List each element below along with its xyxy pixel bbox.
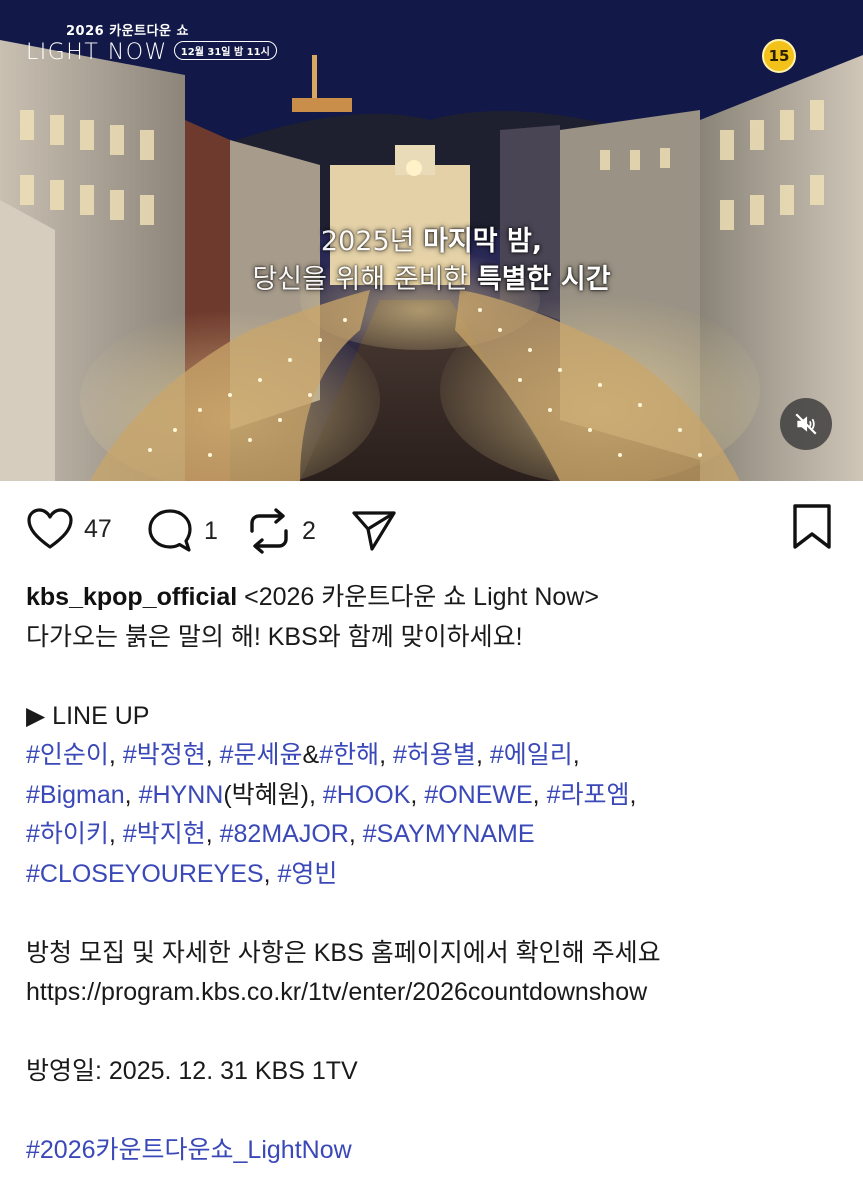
like-count: 47 (84, 514, 112, 543)
hashtag-link[interactable]: #82MAJOR (220, 820, 349, 848)
separator-text: , (348, 820, 363, 848)
like-button[interactable]: 47 (26, 507, 112, 551)
hashtag-link[interactable]: #박지현 (123, 820, 206, 848)
post-title: <2026 카운트다운 쇼 Light Now> (244, 583, 599, 611)
lineup-line: #Bigman, #HYNN(박혜원), #HOOK, #ONEWE, #라포엠… (26, 776, 846, 816)
hashtag-link[interactable]: #ONEWE (424, 781, 532, 809)
show-logo: 2026 카운트다운 쇼 LIGHT NOW 12월 31일 밤 11시 (26, 20, 277, 65)
muted-speaker-icon (795, 413, 817, 435)
hashtag-link[interactable]: #허용별 (393, 741, 476, 769)
separator-text: , (124, 780, 139, 809)
apply-info-text: 방청 모집 및 자세한 사항은 KBS 홈페이지에서 확인해 주세요 (26, 938, 661, 967)
post-caption: kbs_kpop_official <2026 카운트다운 쇼 Light No… (26, 578, 846, 1171)
caption-line1-part-b: 마지막 밤, (423, 226, 543, 257)
separator-text: , (410, 780, 425, 809)
heart-icon (27, 508, 73, 549)
program-link[interactable]: https://program.kbs.co.kr/1tv/enter/2026… (26, 973, 846, 1013)
footer-hashtag[interactable]: #2026카운트다운쇼_LightNow (26, 1131, 846, 1171)
share-button[interactable] (350, 507, 398, 553)
hashtag-link[interactable]: #문세윤 (220, 741, 303, 769)
post-username[interactable]: kbs_kpop_official (26, 583, 237, 611)
lineup-line: #CLOSEYOUREYES, #영빈 (26, 855, 846, 895)
repost-count: 2 (302, 516, 316, 545)
hashtag-link[interactable]: #HYNN (139, 781, 224, 809)
bookmark-icon (793, 504, 831, 549)
comment-button[interactable]: 1 (146, 507, 218, 555)
repost-icon (250, 508, 288, 554)
video-caption-line2: 당신을 위해 준비한 특별한 시간 (0, 257, 863, 296)
send-icon (352, 511, 396, 551)
caption-line2-part-b: 특별한 시간 (476, 264, 611, 295)
separator-text: , (108, 820, 123, 848)
separator-text: , (379, 741, 394, 769)
logo-date-badge: 12월 31일 밤 11시 (173, 41, 277, 60)
comment-icon (148, 509, 192, 552)
save-button[interactable] (791, 503, 835, 556)
hashtag-link[interactable]: #한해 (319, 741, 379, 769)
hashtag-link[interactable]: #Bigman (26, 781, 125, 809)
separator-text: , (263, 859, 278, 888)
age-rating-badge: 15 (762, 39, 796, 73)
logo-top-text: 2026 카운트다운 쇼 (66, 24, 189, 39)
separator-text: & (302, 741, 320, 769)
post-action-bar: 47 1 2 (0, 481, 863, 576)
separator-text: , (205, 741, 220, 769)
caption-line2-part-a: 당신을 위해 준비한 (252, 264, 469, 295)
caption-line1-part-a: 2025년 (320, 226, 415, 257)
separator-text: , (108, 741, 123, 769)
hashtag-link[interactable]: #HOOK (323, 781, 411, 809)
hashtag-link[interactable]: #영빈 (278, 860, 338, 888)
hashtag-link[interactable]: #하이키 (26, 820, 109, 848)
hashtag-link[interactable]: #박정현 (123, 741, 206, 769)
separator-text: , (205, 820, 220, 848)
hashtag-link[interactable]: #에일리 (490, 741, 573, 769)
lineup-line: #하이키, #박지현, #82MAJOR, #SAYMYNAME (26, 815, 846, 855)
video-caption-line1: 2025년 마지막 밤, (0, 219, 863, 258)
post-intro: 다가오는 붉은 말의 해! KBS와 함께 맞이하세요! (26, 622, 523, 651)
hashtag-link[interactable]: #SAYMYNAME (363, 820, 535, 848)
repost-button[interactable]: 2 (246, 507, 316, 555)
separator-text: , (532, 780, 547, 809)
separator-text: , (572, 741, 580, 769)
mute-button[interactable] (780, 398, 832, 450)
post-video[interactable]: 2026 카운트다운 쇼 LIGHT NOW 12월 31일 밤 11시 15 2… (0, 0, 863, 481)
lineup-header: ▶ LINE UP (26, 701, 150, 730)
caption-header-line: kbs_kpop_official <2026 카운트다운 쇼 Light No… (26, 578, 846, 618)
separator-text: (박혜원), (223, 780, 323, 809)
separator-text: , (475, 741, 490, 769)
logo-main-text: LIGHT NOW (26, 40, 168, 65)
hashtag-link[interactable]: #CLOSEYOUREYES (26, 860, 264, 888)
comment-count: 1 (204, 516, 218, 545)
lineup-line: #인순이, #박정현, #문세윤&#한해, #허용별, #에일리, (26, 736, 846, 776)
separator-text: , (629, 780, 637, 809)
hashtag-link[interactable]: #라포엠 (547, 781, 630, 809)
hashtag-link[interactable]: #인순이 (26, 741, 109, 769)
air-date-text: 방영일: 2025. 12. 31 KBS 1TV (26, 1057, 358, 1085)
